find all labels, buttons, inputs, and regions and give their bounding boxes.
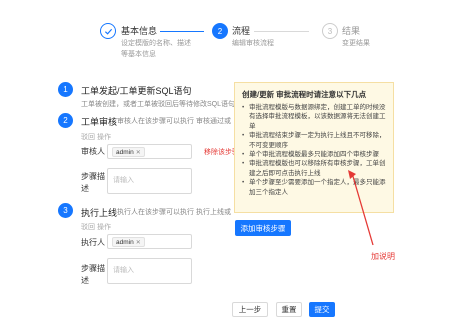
textarea-placeholder: 请输入 <box>113 267 134 274</box>
step-desc-label-2: 述 <box>81 276 89 285</box>
section-number: 3 <box>58 203 73 218</box>
assignee-label: 审核人 <box>81 147 105 156</box>
step-desc-result: 变更结果 <box>342 40 370 47</box>
executor-tag[interactable]: admin ✕ <box>112 237 145 247</box>
step-desc-basic-2: 等基本信息 <box>121 51 156 58</box>
step-desc-label-2: 述 <box>81 184 89 193</box>
section-subtitle: 审核人在该步骤可以执行 审核通过或 <box>117 118 231 125</box>
notice-item: 单个审批流程模版最多只能添加四个审核步骤 <box>242 150 390 160</box>
step-number-process: 2 <box>212 23 228 39</box>
section-subtitle: 工单被创建，或者工单被驳回后等待修改SQL语句 <box>81 101 236 108</box>
annotation-label: 加说明 <box>371 252 395 261</box>
notice-item: 审批流程结束步骤一定为执行上线且不可移除，不可变更顺序 <box>242 131 390 150</box>
step-connector <box>254 31 309 32</box>
assignee-tag[interactable]: admin ✕ <box>112 147 145 157</box>
submit-button[interactable]: 提交 <box>309 302 335 317</box>
section-subtitle-cont: 驳回 操作 <box>81 134 111 141</box>
section-subtitle-cont: 驳回 操作 <box>81 224 111 231</box>
section-title: 工单审核 <box>81 117 118 127</box>
step-number-result: 3 <box>322 23 338 39</box>
step-desc-textarea[interactable]: 请输入 <box>107 258 192 284</box>
textarea-placeholder: 请输入 <box>113 177 134 184</box>
reset-button[interactable]: 重置 <box>276 302 302 317</box>
prev-button[interactable]: 上一步 <box>232 302 268 317</box>
assignee-tag-label: admin <box>116 148 134 156</box>
step-desc-process: 编辑审核流程 <box>232 40 274 47</box>
step-desc-label: 步骤描 <box>81 172 105 181</box>
section-number: 2 <box>58 113 73 128</box>
executor-tag-label: admin <box>116 238 134 246</box>
section-number: 1 <box>58 82 73 97</box>
step-done-icon <box>100 23 116 39</box>
step-title-basic[interactable]: 基本信息 <box>121 24 157 37</box>
notice-item: 审批流程模版与数据源绑定，创建工单的时候没有选择审批流程模板，以该数据源将无法创… <box>242 103 390 131</box>
close-icon[interactable]: ✕ <box>136 239 141 246</box>
section-title: 执行上线 <box>81 208 118 218</box>
section-subtitle: 执行人在该步骤可以执行 执行上线或 <box>117 209 231 216</box>
executor-select[interactable]: admin ✕ <box>107 234 192 249</box>
section-title: 工单发起/工单更新SQL语句 <box>81 86 192 96</box>
annotation-arrow-icon <box>348 170 374 246</box>
step-connector <box>160 31 204 32</box>
notice-title: 创建/更新 审批流程时请注意以下几点 <box>242 90 367 99</box>
step-desc-basic-1: 设定模版的名称、描述 <box>121 40 191 47</box>
executor-label: 执行人 <box>81 238 105 247</box>
close-icon[interactable]: ✕ <box>136 149 141 156</box>
step-title-result[interactable]: 结果 <box>342 24 360 37</box>
step-desc-label: 步骤描 <box>81 264 105 273</box>
step-desc-textarea[interactable]: 请输入 <box>107 168 192 194</box>
add-step-button[interactable]: 添加审核步骤 <box>235 220 291 236</box>
step-title-process[interactable]: 流程 <box>232 24 250 37</box>
assignee-select[interactable]: admin ✕ <box>107 144 192 159</box>
